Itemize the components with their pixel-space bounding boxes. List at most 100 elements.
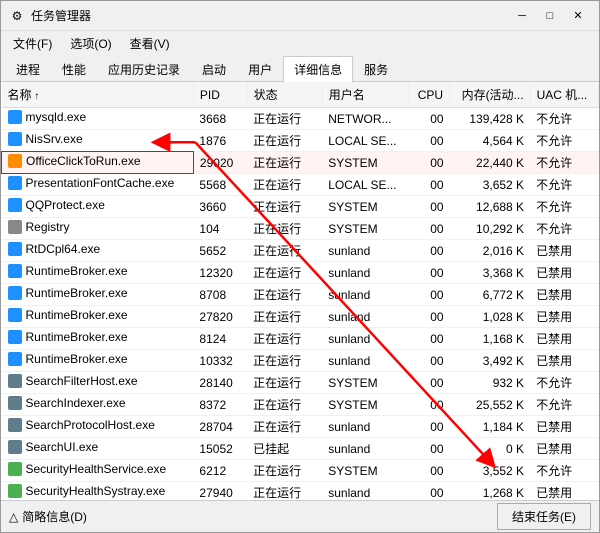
table-row[interactable]: RuntimeBroker.exe 27820 正在运行 sunland 00 …: [2, 306, 599, 328]
col-header-name[interactable]: 名称: [2, 82, 194, 108]
cell-cpu: 00: [408, 284, 449, 306]
cell-user: sunland: [322, 306, 408, 328]
col-header-uac[interactable]: UAC 机...: [530, 82, 598, 108]
cell-user: sunland: [322, 240, 408, 262]
minimize-button[interactable]: ─: [509, 6, 535, 26]
cell-name: SecurityHealthSystray.exe: [2, 482, 194, 501]
table-row[interactable]: RuntimeBroker.exe 8124 正在运行 sunland 00 1…: [2, 328, 599, 350]
process-name: RuntimeBroker.exe: [26, 264, 128, 278]
table-row[interactable]: RuntimeBroker.exe 8708 正在运行 sunland 00 6…: [2, 284, 599, 306]
tab-users[interactable]: 用户: [237, 56, 283, 82]
tab-app-history[interactable]: 应用历史记录: [97, 56, 191, 82]
table-row[interactable]: NisSrv.exe 1876 正在运行 LOCAL SE... 00 4,56…: [2, 130, 599, 152]
cell-mem: 0 K: [450, 438, 531, 460]
cell-uac: 不允许: [530, 218, 598, 240]
task-manager-window: ⚙ 任务管理器 ─ □ ✕ 文件(F) 选项(O) 查看(V) 进程 性能 应用…: [0, 0, 600, 533]
close-button[interactable]: ✕: [565, 6, 591, 26]
cell-pid: 10332: [193, 350, 247, 372]
cell-uac: 已禁用: [530, 284, 598, 306]
col-header-status[interactable]: 状态: [247, 82, 322, 108]
table-row[interactable]: mysqld.exe 3668 正在运行 NETWOR... 00 139,42…: [2, 108, 599, 130]
process-icon: [8, 286, 22, 300]
cell-mem: 3,552 K: [450, 460, 531, 482]
table-row[interactable]: SecurityHealthService.exe 6212 正在运行 SYST…: [2, 460, 599, 482]
cell-pid: 29020: [193, 152, 247, 174]
cell-mem: 1,268 K: [450, 482, 531, 501]
process-table-container[interactable]: 名称 PID 状态 用户名 CPU 内存(活动... UAC 机... mysq…: [1, 82, 599, 500]
cell-name: QQProtect.exe: [2, 196, 194, 218]
cell-uac: 不允许: [530, 174, 598, 196]
tab-startup[interactable]: 启动: [191, 56, 237, 82]
table-row[interactable]: SearchUI.exe 15052 已挂起 sunland 00 0 K 已禁…: [2, 438, 599, 460]
cell-cpu: 00: [408, 328, 449, 350]
cell-user: NETWOR...: [322, 108, 408, 130]
process-name: SearchIndexer.exe: [26, 396, 126, 410]
table-row[interactable]: OfficeClickToRun.exe 29020 正在运行 SYSTEM 0…: [2, 152, 599, 174]
cell-user: sunland: [322, 262, 408, 284]
cell-user: sunland: [322, 284, 408, 306]
table-row[interactable]: SearchProtocolHost.exe 28704 正在运行 sunlan…: [2, 416, 599, 438]
table-row[interactable]: RuntimeBroker.exe 12320 正在运行 sunland 00 …: [2, 262, 599, 284]
cell-name: RuntimeBroker.exe: [2, 306, 194, 328]
process-icon: [8, 220, 22, 234]
table-row[interactable]: RuntimeBroker.exe 10332 正在运行 sunland 00 …: [2, 350, 599, 372]
cell-user: SYSTEM: [322, 372, 408, 394]
cell-uac: 已禁用: [530, 416, 598, 438]
process-icon: [8, 176, 22, 190]
table-header-row: 名称 PID 状态 用户名 CPU 内存(活动... UAC 机...: [2, 82, 599, 108]
cell-mem: 2,016 K: [450, 240, 531, 262]
cell-mem: 3,368 K: [450, 262, 531, 284]
process-name: PresentationFontCache.exe: [26, 176, 175, 190]
process-icon: [8, 330, 22, 344]
table-row[interactable]: SearchFilterHost.exe 28140 正在运行 SYSTEM 0…: [2, 372, 599, 394]
menu-bar: 文件(F) 选项(O) 查看(V): [1, 31, 599, 56]
summary-label[interactable]: 简略信息(D): [22, 508, 87, 525]
process-name: RuntimeBroker.exe: [26, 286, 128, 300]
cell-status: 正在运行: [247, 108, 322, 130]
cell-status: 正在运行: [247, 218, 322, 240]
col-header-pid[interactable]: PID: [193, 82, 247, 108]
menu-options[interactable]: 选项(O): [62, 33, 119, 54]
cell-uac: 不允许: [530, 108, 598, 130]
tab-services[interactable]: 服务: [353, 56, 399, 82]
window-controls: ─ □ ✕: [509, 6, 591, 26]
summary-toggle[interactable]: △ 简略信息(D): [9, 508, 87, 525]
process-table: 名称 PID 状态 用户名 CPU 内存(活动... UAC 机... mysq…: [1, 82, 599, 500]
menu-file[interactable]: 文件(F): [5, 33, 60, 54]
end-task-button[interactable]: 结束任务(E): [497, 503, 591, 530]
title-bar: ⚙ 任务管理器 ─ □ ✕: [1, 1, 599, 31]
col-header-user[interactable]: 用户名: [322, 82, 408, 108]
cell-status: 正在运行: [247, 372, 322, 394]
table-row[interactable]: QQProtect.exe 3660 正在运行 SYSTEM 00 12,688…: [2, 196, 599, 218]
tab-details[interactable]: 详细信息: [283, 56, 353, 82]
table-row[interactable]: SecurityHealthSystray.exe 27940 正在运行 sun…: [2, 482, 599, 501]
table-row[interactable]: Registry 104 正在运行 SYSTEM 00 10,292 K 不允许: [2, 218, 599, 240]
table-row[interactable]: SearchIndexer.exe 8372 正在运行 SYSTEM 00 25…: [2, 394, 599, 416]
table-row[interactable]: PresentationFontCache.exe 5568 正在运行 LOCA…: [2, 174, 599, 196]
cell-mem: 12,688 K: [450, 196, 531, 218]
cell-user: sunland: [322, 328, 408, 350]
process-name: SearchProtocolHost.exe: [26, 418, 155, 432]
col-header-cpu[interactable]: CPU: [408, 82, 449, 108]
maximize-button[interactable]: □: [537, 6, 563, 26]
cell-mem: 4,564 K: [450, 130, 531, 152]
cell-status: 正在运行: [247, 284, 322, 306]
tab-processes[interactable]: 进程: [5, 56, 51, 82]
cell-pid: 8708: [193, 284, 247, 306]
table-row[interactable]: RtDCpl64.exe 5652 正在运行 sunland 00 2,016 …: [2, 240, 599, 262]
cell-mem: 1,168 K: [450, 328, 531, 350]
process-icon: [8, 132, 22, 146]
process-icon: [8, 154, 22, 168]
process-name: RuntimeBroker.exe: [26, 330, 128, 344]
cell-cpu: 00: [408, 306, 449, 328]
cell-status: 正在运行: [247, 196, 322, 218]
cell-user: SYSTEM: [322, 152, 408, 174]
col-header-mem[interactable]: 内存(活动...: [450, 82, 531, 108]
cell-mem: 1,184 K: [450, 416, 531, 438]
cell-cpu: 00: [408, 438, 449, 460]
process-icon: [8, 264, 22, 278]
menu-view[interactable]: 查看(V): [122, 33, 178, 54]
cell-cpu: 00: [408, 174, 449, 196]
cell-user: LOCAL SE...: [322, 174, 408, 196]
tab-performance[interactable]: 性能: [51, 56, 97, 82]
